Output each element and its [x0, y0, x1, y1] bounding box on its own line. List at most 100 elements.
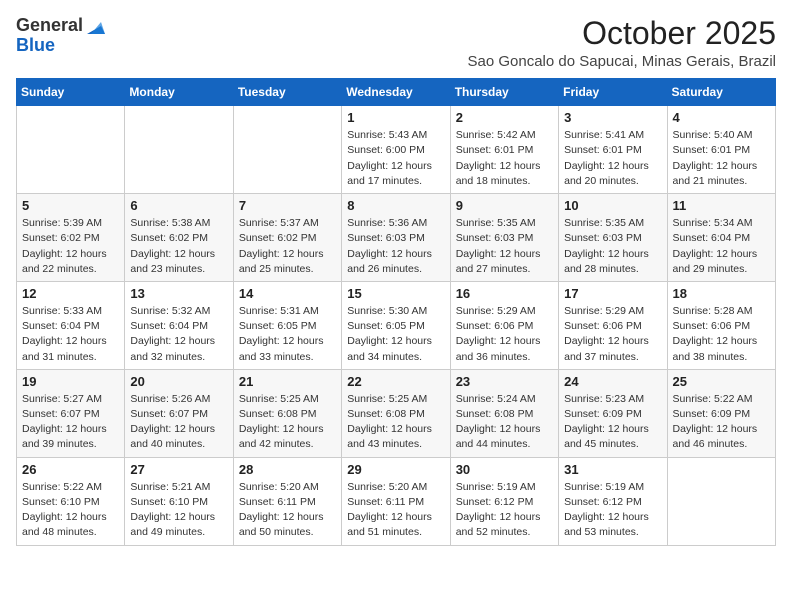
page-header: General Blue October 2025 Sao Goncalo do… [16, 16, 776, 70]
calendar-cell: 20Sunrise: 5:26 AM Sunset: 6:07 PM Dayli… [125, 369, 233, 457]
header-tuesday: Tuesday [233, 79, 341, 106]
day-number: 15 [347, 286, 444, 301]
title-block: October 2025 Sao Goncalo do Sapucai, Min… [468, 16, 777, 70]
day-info: Sunrise: 5:32 AM Sunset: 6:04 PM Dayligh… [130, 304, 227, 365]
day-number: 30 [456, 462, 553, 477]
day-info: Sunrise: 5:35 AM Sunset: 6:03 PM Dayligh… [564, 216, 661, 277]
header-friday: Friday [559, 79, 667, 106]
calendar-cell: 5 Sunrise: 5:39 AM Sunset: 6:02 PM Daylig… [17, 194, 125, 282]
calendar-cell: 23 Sunrise: 5:24 AM Sunset: 6:08 PM Dayli… [450, 369, 558, 457]
header-saturday: Saturday [667, 79, 775, 106]
day-info: Sunrise: 5:37 AM Sunset: 6:02 PM Dayligh… [239, 216, 336, 277]
day-number: 22 [347, 374, 444, 389]
day-number: 6 [130, 198, 227, 213]
calendar-cell: 4 Sunrise: 5:40 AM Sunset: 6:01 PM Daylig… [667, 106, 775, 194]
calendar-cell: 2 Sunrise: 5:42 AM Sunset: 6:01 PM Daylig… [450, 106, 558, 194]
calendar-cell: 17 Sunrise: 5:29 AM Sunset: 6:06 PM Dayli… [559, 281, 667, 369]
day-number: 16 [456, 286, 553, 301]
calendar-cell: 26 Sunrise: 5:22 AM Sunset: 6:10 PM Dayli… [17, 457, 125, 545]
day-number: 11 [673, 198, 770, 213]
day-number: 8 [347, 198, 444, 213]
day-info: Sunrise: 5:22 AM Sunset: 6:10 PM Dayligh… [22, 480, 119, 541]
day-number: 3 [564, 110, 661, 125]
logo: General Blue [16, 16, 105, 56]
day-info: Sunrise: 5:33 AM Sunset: 6:04 PM Dayligh… [22, 304, 119, 365]
day-info: Sunrise: 5:30 AM Sunset: 6:05 PM Dayligh… [347, 304, 444, 365]
calendar-cell: 18 Sunrise: 5:28 AM Sunset: 6:06 PM Dayli… [667, 281, 775, 369]
day-info: Sunrise: 5:29 AM Sunset: 6:06 PM Dayligh… [456, 304, 553, 365]
calendar-cell: 11 Sunrise: 5:34 AM Sunset: 6:04 PM Dayli… [667, 194, 775, 282]
day-info: Sunrise: 5:42 AM Sunset: 6:01 PM Dayligh… [456, 128, 553, 189]
day-info: Sunrise: 5:24 AM Sunset: 6:08 PM Dayligh… [456, 392, 553, 453]
day-number: 5 [22, 198, 119, 213]
day-info: Sunrise: 5:23 AM Sunset: 6:09 PM Dayligh… [564, 392, 661, 453]
day-info: Sunrise: 5:35 AM Sunset: 6:03 PM Dayligh… [456, 216, 553, 277]
day-number: 27 [130, 462, 227, 477]
calendar-cell [233, 106, 341, 194]
day-info: Sunrise: 5:38 AM Sunset: 6:02 PM Dayligh… [130, 216, 227, 277]
logo-arrow-icon [83, 16, 105, 36]
day-number: 2 [456, 110, 553, 125]
calendar-cell [667, 457, 775, 545]
day-info: Sunrise: 5:43 AM Sunset: 6:00 PM Dayligh… [347, 128, 444, 189]
day-number: 12 [22, 286, 119, 301]
calendar-cell [125, 106, 233, 194]
month-year-title: October 2025 [468, 16, 777, 51]
day-info: Sunrise: 5:25 AM Sunset: 6:08 PM Dayligh… [347, 392, 444, 453]
calendar-week-row: 12 Sunrise: 5:33 AM Sunset: 6:04 PM Dayli… [17, 281, 776, 369]
day-number: 20 [130, 374, 227, 389]
calendar-cell: 16 Sunrise: 5:29 AM Sunset: 6:06 PM Dayli… [450, 281, 558, 369]
day-info: Sunrise: 5:31 AM Sunset: 6:05 PM Dayligh… [239, 304, 336, 365]
location-subtitle: Sao Goncalo do Sapucai, Minas Gerais, Br… [468, 53, 777, 70]
day-info: Sunrise: 5:20 AM Sunset: 6:11 PM Dayligh… [347, 480, 444, 541]
header-monday: Monday [125, 79, 233, 106]
day-info: Sunrise: 5:19 AM Sunset: 6:12 PM Dayligh… [564, 480, 661, 541]
calendar-cell: 3Sunrise: 5:41 AM Sunset: 6:01 PM Daylig… [559, 106, 667, 194]
day-number: 4 [673, 110, 770, 125]
calendar-cell: 28 Sunrise: 5:20 AM Sunset: 6:11 PM Dayli… [233, 457, 341, 545]
calendar-week-row: 5 Sunrise: 5:39 AM Sunset: 6:02 PM Daylig… [17, 194, 776, 282]
day-info: Sunrise: 5:40 AM Sunset: 6:01 PM Dayligh… [673, 128, 770, 189]
day-info: Sunrise: 5:27 AM Sunset: 6:07 PM Dayligh… [22, 392, 119, 453]
calendar-cell: 1 Sunrise: 5:43 AM Sunset: 6:00 PM Daylig… [342, 106, 450, 194]
day-info: Sunrise: 5:39 AM Sunset: 6:02 PM Dayligh… [22, 216, 119, 277]
day-number: 10 [564, 198, 661, 213]
day-info: Sunrise: 5:20 AM Sunset: 6:11 PM Dayligh… [239, 480, 336, 541]
calendar-cell: 19 Sunrise: 5:27 AM Sunset: 6:07 PM Dayli… [17, 369, 125, 457]
calendar-cell: 30Sunrise: 5:19 AM Sunset: 6:12 PM Dayli… [450, 457, 558, 545]
logo-blue-text: Blue [16, 36, 55, 56]
day-number: 26 [22, 462, 119, 477]
day-number: 24 [564, 374, 661, 389]
day-number: 17 [564, 286, 661, 301]
calendar-week-row: 1 Sunrise: 5:43 AM Sunset: 6:00 PM Daylig… [17, 106, 776, 194]
day-number: 1 [347, 110, 444, 125]
calendar-cell: 21Sunrise: 5:25 AM Sunset: 6:08 PM Dayli… [233, 369, 341, 457]
day-info: Sunrise: 5:21 AM Sunset: 6:10 PM Dayligh… [130, 480, 227, 541]
day-number: 13 [130, 286, 227, 301]
day-number: 31 [564, 462, 661, 477]
calendar-table: SundayMondayTuesdayWednesdayThursdayFrid… [16, 78, 776, 545]
calendar-cell: 27 Sunrise: 5:21 AM Sunset: 6:10 PM Dayli… [125, 457, 233, 545]
calendar-cell: 31 Sunrise: 5:19 AM Sunset: 6:12 PM Dayli… [559, 457, 667, 545]
day-number: 23 [456, 374, 553, 389]
header-sunday: Sunday [17, 79, 125, 106]
day-number: 9 [456, 198, 553, 213]
logo-general-text: General [16, 15, 83, 35]
day-info: Sunrise: 5:22 AM Sunset: 6:09 PM Dayligh… [673, 392, 770, 453]
calendar-cell: 25Sunrise: 5:22 AM Sunset: 6:09 PM Dayli… [667, 369, 775, 457]
day-number: 18 [673, 286, 770, 301]
calendar-cell: 13 Sunrise: 5:32 AM Sunset: 6:04 PM Dayli… [125, 281, 233, 369]
calendar-cell [17, 106, 125, 194]
header-wednesday: Wednesday [342, 79, 450, 106]
calendar-cell: 12 Sunrise: 5:33 AM Sunset: 6:04 PM Dayli… [17, 281, 125, 369]
day-number: 19 [22, 374, 119, 389]
calendar-cell: 6 Sunrise: 5:38 AM Sunset: 6:02 PM Daylig… [125, 194, 233, 282]
day-info: Sunrise: 5:28 AM Sunset: 6:06 PM Dayligh… [673, 304, 770, 365]
day-number: 28 [239, 462, 336, 477]
day-info: Sunrise: 5:29 AM Sunset: 6:06 PM Dayligh… [564, 304, 661, 365]
day-number: 7 [239, 198, 336, 213]
day-info: Sunrise: 5:34 AM Sunset: 6:04 PM Dayligh… [673, 216, 770, 277]
calendar-cell: 22 Sunrise: 5:25 AM Sunset: 6:08 PM Dayli… [342, 369, 450, 457]
calendar-cell: 29Sunrise: 5:20 AM Sunset: 6:11 PM Dayli… [342, 457, 450, 545]
calendar-cell: 10 Sunrise: 5:35 AM Sunset: 6:03 PM Dayli… [559, 194, 667, 282]
